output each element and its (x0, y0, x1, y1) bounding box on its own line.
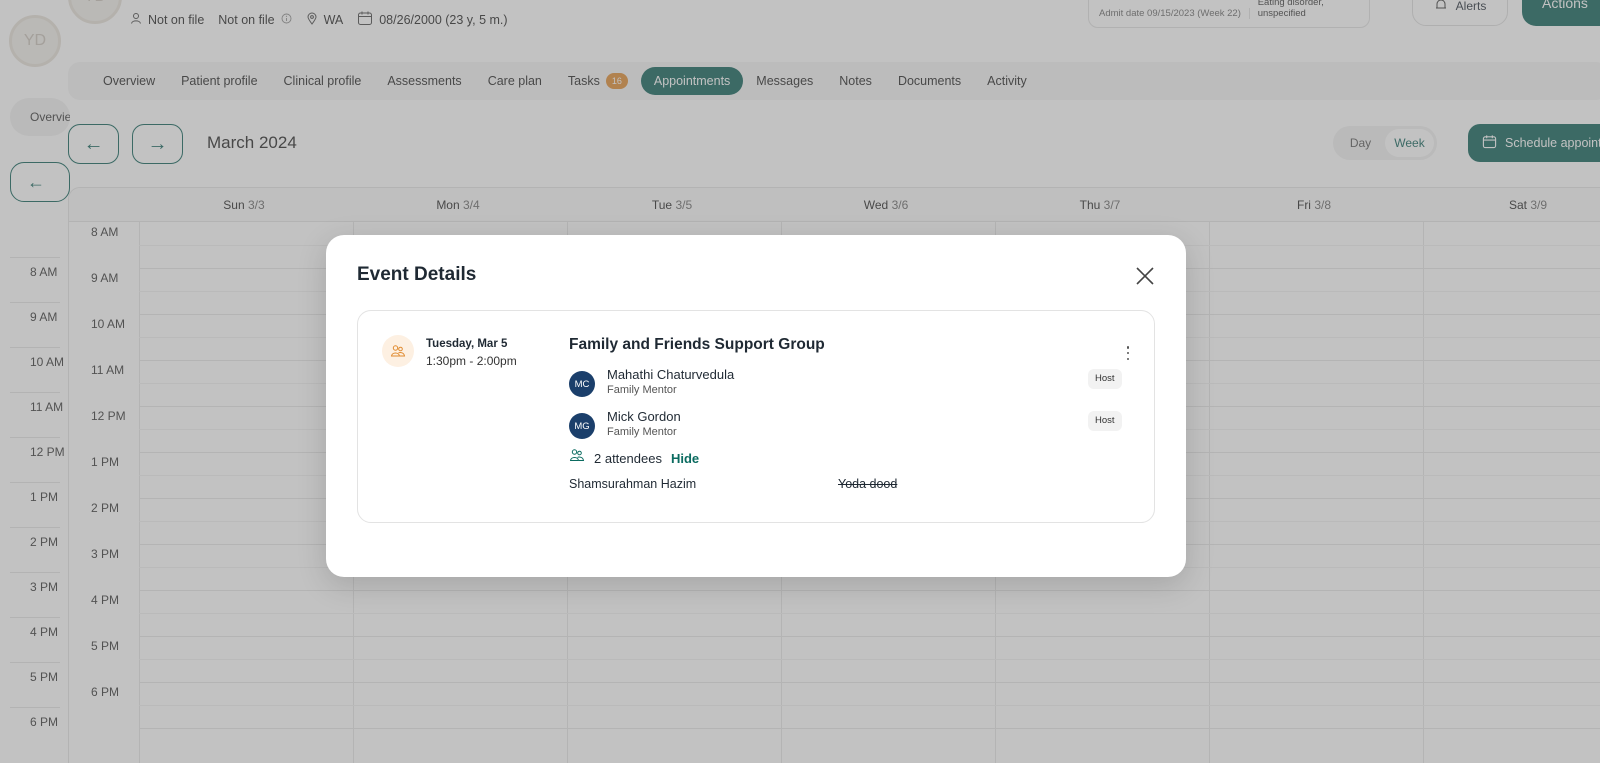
event-date: Tuesday, Mar 5 (426, 338, 508, 350)
attendees-row: 2 attendees Hide (569, 448, 699, 468)
event-title: Family and Friends Support Group (569, 336, 825, 353)
attendee-count: 2 attendees (594, 450, 662, 466)
event-time: 1:30pm - 2:00pm (426, 354, 517, 368)
host-badge: Host (1088, 369, 1122, 389)
avatar: MG (569, 413, 595, 439)
host-role: Family Mentor (607, 384, 677, 396)
hide-attendees-link[interactable]: Hide (671, 451, 699, 466)
close-icon (1136, 267, 1154, 285)
host-name: Mahathi Chaturvedula (607, 367, 735, 382)
group-icon (382, 335, 414, 367)
attendees-icon (569, 448, 585, 468)
host-role: Family Mentor (607, 426, 677, 438)
host-row: MG Mick Gordon Family Mentor Host (569, 409, 1129, 443)
attendee-name-cancelled: Yoda dood (838, 477, 898, 491)
more-options-icon[interactable] (1123, 344, 1133, 362)
attendee-name: Shamsurahman Hazim (569, 477, 697, 491)
modal-title: Event Details (357, 264, 477, 285)
host-badge: Host (1088, 411, 1122, 431)
close-button[interactable] (1132, 263, 1158, 289)
host-row: MC Mahathi Chaturvedula Family Mentor Ho… (569, 367, 1129, 401)
event-card: Tuesday, Mar 5 1:30pm - 2:00pm Family an… (357, 310, 1155, 523)
event-details-modal: Event Details Tuesday, Mar 5 1:30pm - 2:… (326, 235, 1186, 577)
host-name: Mick Gordon (607, 409, 681, 424)
avatar: MC (569, 371, 595, 397)
